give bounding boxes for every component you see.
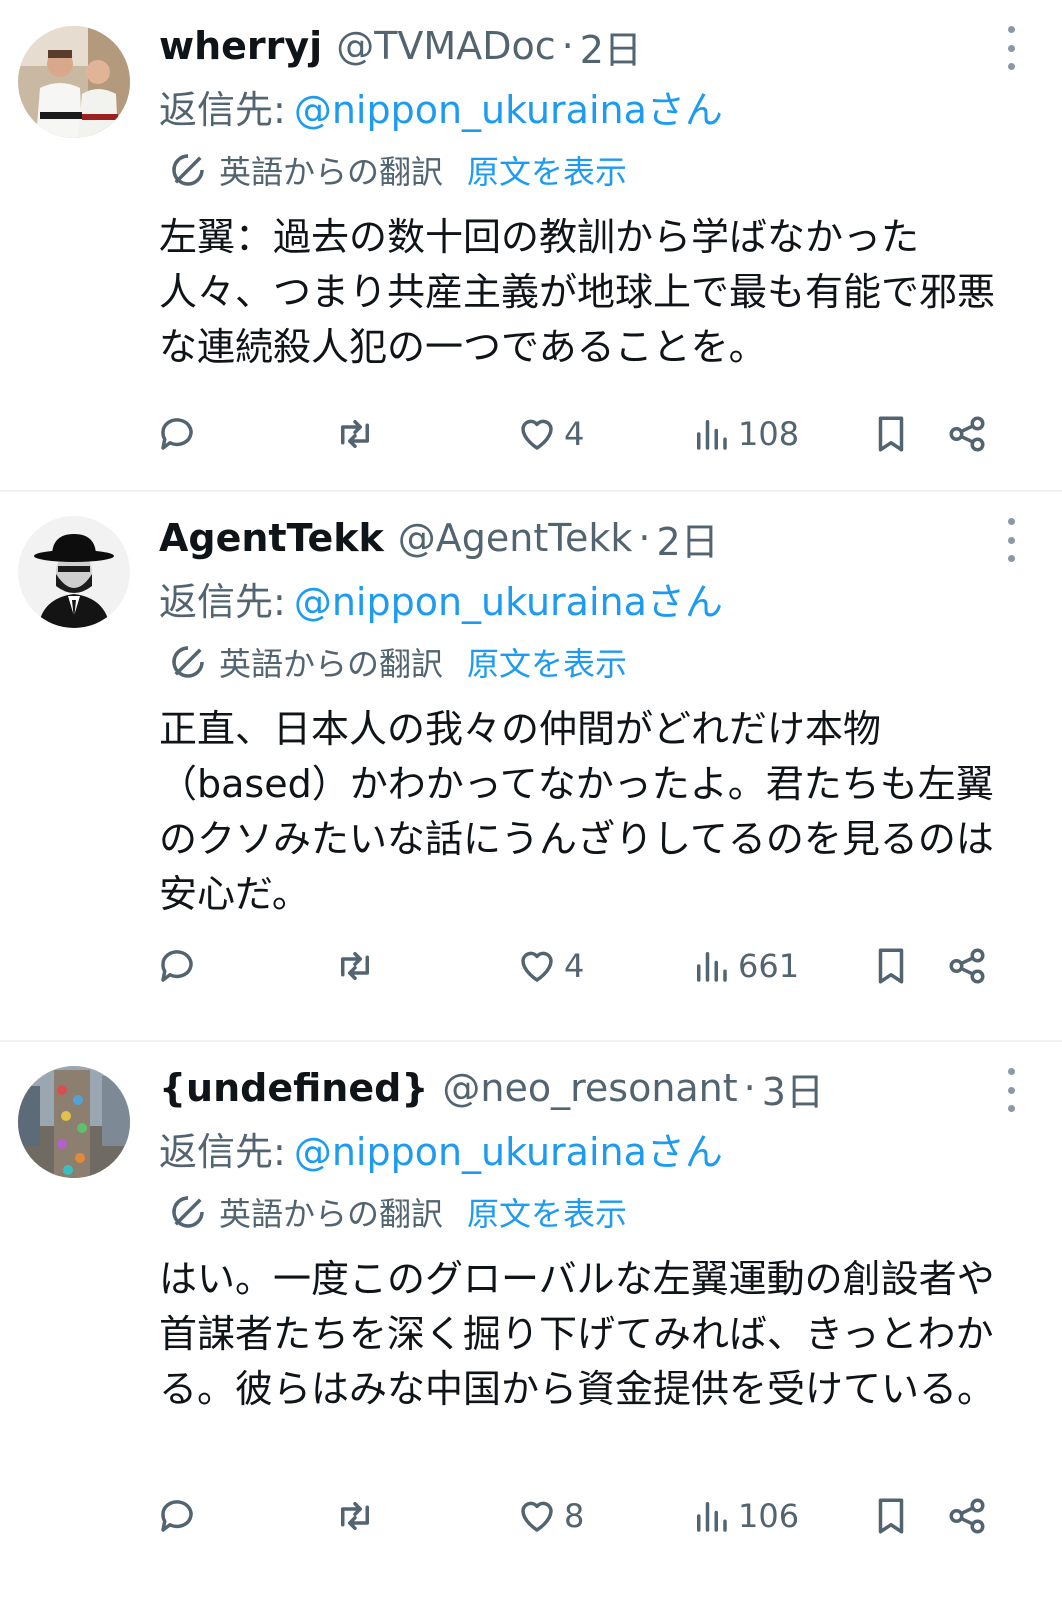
view-count: 106: [738, 1497, 800, 1535]
timestamp[interactable]: 2日: [580, 19, 642, 74]
bookmark-icon: [878, 948, 904, 984]
reply-context: 返信先: @nippon_ukurainaさん: [159, 570, 1039, 626]
display-name[interactable]: AgentTekk: [159, 516, 384, 560]
share-button[interactable]: [946, 404, 988, 464]
views-icon: [697, 1502, 727, 1532]
tweet-text: 正直、日本人の我々の仲間がどれだけ本物（based）かわかってなかったよ。君たち…: [159, 707, 994, 916]
action-bar: 4 108: [0, 404, 1062, 464]
retweet-button[interactable]: [334, 1486, 376, 1546]
translation-bar: 英語からの翻訳 原文を表示: [159, 142, 1039, 198]
like-button[interactable]: 4: [516, 404, 584, 464]
like-count: 4: [564, 947, 585, 985]
tweet[interactable]: wherryj @TVMADoc · 2日 返信先: @nippon_ukura…: [0, 0, 1062, 492]
views-button[interactable]: 108: [690, 404, 799, 464]
share-button[interactable]: [946, 936, 988, 996]
tweet-text: はい。一度このグローバルな左翼運動の創設者や首謀者たちを深く掘り下げてみれば、き…: [159, 1257, 996, 1411]
views-icon: [697, 420, 727, 450]
reply-to-link[interactable]: @nippon_ukurainaさん: [294, 571, 723, 626]
views-icon: [697, 952, 727, 982]
show-original-link[interactable]: 原文を表示: [467, 639, 627, 685]
retweet-icon: [341, 1502, 369, 1530]
separator: ·: [561, 24, 574, 68]
reply-to-link[interactable]: @nippon_ukurainaさん: [294, 1121, 723, 1176]
show-original-link[interactable]: 原文を表示: [467, 147, 627, 193]
translate-icon: [172, 1196, 204, 1228]
bookmark-button[interactable]: [870, 1486, 912, 1546]
retweet-button[interactable]: [334, 404, 376, 464]
translated-from-label: 英語からの翻訳: [219, 1195, 444, 1233]
tweet[interactable]: AgentTekk @AgentTekk · 2日 返信先: @nippon_u…: [0, 492, 1062, 1042]
share-icon: [949, 948, 985, 984]
reply-context: 返信先: @nippon_ukurainaさん: [159, 1120, 1039, 1176]
reply-icon: [161, 1500, 193, 1532]
view-count: 661: [738, 947, 800, 985]
avatar[interactable]: [18, 26, 130, 138]
like-count: 8: [564, 1497, 585, 1535]
timestamp[interactable]: 3日: [762, 1061, 824, 1116]
avatar[interactable]: [18, 1066, 130, 1178]
reply-button[interactable]: [156, 404, 198, 464]
reply-context: 返信先: @nippon_ukurainaさん: [159, 78, 1039, 134]
bookmark-button[interactable]: [870, 404, 912, 464]
views-button[interactable]: 661: [690, 936, 799, 996]
like-icon: [521, 419, 553, 450]
reply-button[interactable]: [156, 1486, 198, 1546]
share-button[interactable]: [946, 1486, 988, 1546]
like-button[interactable]: 8: [516, 1486, 584, 1546]
reply-prefix: 返信先:: [159, 579, 286, 624]
view-count: 108: [738, 415, 800, 453]
like-count: 4: [564, 415, 585, 453]
retweet-icon: [341, 420, 369, 448]
tweet-text: 左翼：過去の数十回の教訓から学ばなかった人々、つまり共産主義が地球上で最も有能で…: [159, 215, 996, 369]
action-bar: 4 661: [0, 936, 1062, 996]
user-handle[interactable]: @AgentTekk: [398, 516, 633, 560]
display-name[interactable]: {undefined}: [159, 1066, 428, 1110]
reply-icon: [161, 418, 193, 450]
like-icon: [521, 1501, 553, 1532]
action-bar: 8 106: [0, 1486, 1062, 1546]
reply-icon: [161, 950, 193, 982]
separator: ·: [743, 1066, 756, 1110]
translate-icon: [172, 154, 204, 186]
views-button[interactable]: 106: [690, 1486, 799, 1546]
bookmark-icon: [878, 416, 904, 452]
translate-icon: [172, 646, 204, 678]
share-icon: [949, 416, 985, 452]
separator: ·: [638, 516, 651, 560]
share-icon: [949, 1498, 985, 1534]
display-name[interactable]: wherryj: [159, 24, 322, 68]
translation-bar: 英語からの翻訳 原文を表示: [159, 634, 1039, 690]
translated-from-label: 英語からの翻訳: [219, 153, 444, 191]
tweet[interactable]: {undefined} @neo_resonant · 3日 返信先: @nip…: [0, 1042, 1062, 1599]
translated-from-label: 英語からの翻訳: [219, 645, 444, 683]
reply-button[interactable]: [156, 936, 198, 996]
reply-prefix: 返信先:: [159, 87, 286, 132]
timestamp[interactable]: 2日: [657, 511, 719, 566]
like-button[interactable]: 4: [516, 936, 584, 996]
bookmark-button[interactable]: [870, 936, 912, 996]
reply-prefix: 返信先:: [159, 1129, 286, 1174]
user-handle[interactable]: @TVMADoc: [336, 24, 555, 68]
show-original-link[interactable]: 原文を表示: [467, 1189, 627, 1235]
avatar[interactable]: [18, 516, 130, 628]
translation-bar: 英語からの翻訳 原文を表示: [159, 1184, 1039, 1240]
bookmark-icon: [878, 1498, 904, 1534]
retweet-button[interactable]: [334, 936, 376, 996]
user-handle[interactable]: @neo_resonant: [442, 1066, 737, 1110]
reply-to-link[interactable]: @nippon_ukurainaさん: [294, 79, 723, 134]
like-icon: [521, 951, 553, 982]
retweet-icon: [341, 952, 369, 980]
